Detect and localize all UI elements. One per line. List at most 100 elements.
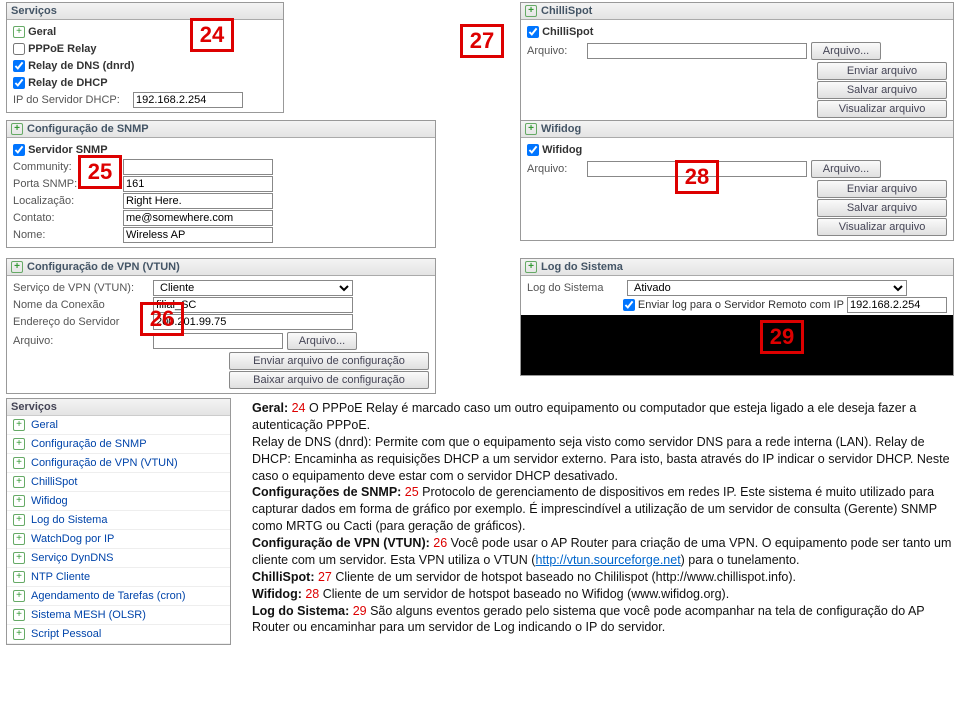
label-local: Localização:: [13, 195, 123, 207]
label-vtun-end: Endereço do Servidor: [13, 316, 153, 328]
panel-servicos-header: Serviços: [7, 3, 283, 20]
panel-log: +Log do Sistema Log do SistemaAtivado En…: [520, 258, 954, 376]
button-vtun-arquivo[interactable]: Arquivo...: [287, 332, 357, 350]
sidebar-item-mesh[interactable]: +Sistema MESH (OLSR): [7, 606, 230, 625]
plus-icon: +: [13, 438, 25, 450]
button-wifidog-enviar[interactable]: Enviar arquivo: [817, 180, 947, 198]
callout-26: 26: [140, 302, 184, 336]
sidebar-item-watchdog[interactable]: +WatchDog por IP: [7, 530, 230, 549]
select-vtun-servico[interactable]: Cliente: [153, 280, 353, 296]
checkbox-pppoe[interactable]: [13, 43, 25, 55]
plus-icon: +: [13, 26, 25, 38]
panel-snmp-header: +Configuração de SNMP: [7, 121, 435, 138]
panel-chilli-header: +ChilliSpot: [521, 3, 953, 20]
sidebar-item-cron[interactable]: +Agendamento de Tarefas (cron): [7, 587, 230, 606]
select-log-status[interactable]: Ativado: [627, 280, 907, 296]
button-vtun-baixar[interactable]: Baixar arquivo de configuração: [229, 371, 429, 389]
plus-icon: +: [13, 552, 25, 564]
plus-icon: +: [13, 628, 25, 640]
sidebar-item-snmp[interactable]: +Configuração de SNMP: [7, 435, 230, 454]
plus-icon: +: [13, 476, 25, 488]
checkbox-log-remote[interactable]: [623, 299, 635, 311]
checkbox-chilli[interactable]: [527, 26, 539, 38]
plus-icon: +: [525, 123, 537, 135]
panel-snmp: +Configuração de SNMP Servidor SNMP Comm…: [6, 120, 436, 248]
label-vtun-servico: Serviço de VPN (VTUN):: [13, 282, 153, 294]
callout-28: 28: [675, 160, 719, 194]
sidebar-title: Serviços: [7, 399, 230, 416]
button-wifidog-vis[interactable]: Visualizar arquivo: [817, 218, 947, 236]
input-nome[interactable]: [123, 227, 273, 243]
sidebar-servicos: Serviços +Geral +Configuração de SNMP +C…: [6, 398, 231, 645]
label-vtun-nome: Nome da Conexão: [13, 299, 153, 311]
link-geral[interactable]: + Geral: [13, 24, 277, 40]
label-pppoe: PPPoE Relay: [28, 43, 96, 55]
label-dhcp-relay: Relay de DHCP: [28, 77, 107, 89]
plus-icon: +: [13, 495, 25, 507]
button-chilli-arquivo[interactable]: Arquivo...: [811, 42, 881, 60]
plus-icon: +: [13, 533, 25, 545]
plus-icon: +: [525, 5, 537, 17]
label-wifidog-arquivo: Arquivo:: [527, 163, 587, 175]
button-wifidog-arquivo[interactable]: Arquivo...: [811, 160, 881, 178]
panel-log-header: +Log do Sistema: [521, 259, 953, 276]
sidebar-item-chilli[interactable]: +ChilliSpot: [7, 473, 230, 492]
label-chilli: ChilliSpot: [542, 26, 593, 38]
plus-icon: +: [13, 590, 25, 602]
panel-vtun: +Configuração de VPN (VTUN) Serviço de V…: [6, 258, 436, 394]
plus-icon: +: [11, 123, 23, 135]
button-wifidog-salvar[interactable]: Salvar arquivo: [817, 199, 947, 217]
callout-24: 24: [190, 18, 234, 52]
label-dhcp-ip: IP do Servidor DHCP:: [13, 94, 133, 106]
input-log-ip[interactable]: [847, 297, 947, 313]
panel-chilli: +ChilliSpot ChilliSpot Arquivo: Arquivo..…: [520, 2, 954, 123]
description-text: Geral: 24 O PPPoE Relay é marcado caso u…: [252, 400, 952, 636]
sidebar-item-log[interactable]: +Log do Sistema: [7, 511, 230, 530]
input-chilli-arquivo[interactable]: [587, 43, 807, 59]
button-chilli-enviar[interactable]: Enviar arquivo: [817, 62, 947, 80]
input-contato[interactable]: [123, 210, 273, 226]
sidebar-item-vtun[interactable]: +Configuração de VPN (VTUN): [7, 454, 230, 473]
label-log: Log do Sistema: [527, 282, 627, 294]
input-community[interactable]: [123, 159, 273, 175]
sidebar-item-dyndns[interactable]: +Serviço DynDNS: [7, 549, 230, 568]
callout-29: 29: [760, 320, 804, 354]
callout-27: 27: [460, 24, 504, 58]
sidebar-item-wifidog[interactable]: +Wifidog: [7, 492, 230, 511]
title: Serviços: [11, 5, 57, 17]
callout-25: 25: [78, 155, 122, 189]
plus-icon: +: [13, 609, 25, 621]
label-log-remote: Enviar log para o Servidor Remoto com IP: [638, 299, 844, 311]
input-porta[interactable]: [123, 176, 273, 192]
panel-wifidog-header: +Wifidog: [521, 121, 953, 138]
sidebar-item-script[interactable]: +Script Pessoal: [7, 625, 230, 644]
checkbox-wifidog[interactable]: [527, 144, 539, 156]
checkbox-snmp-server[interactable]: [13, 144, 25, 156]
plus-icon: +: [13, 571, 25, 583]
plus-icon: +: [13, 419, 25, 431]
label-contato: Contato:: [13, 212, 123, 224]
input-local[interactable]: [123, 193, 273, 209]
log-console: [521, 315, 953, 375]
button-vtun-enviar[interactable]: Enviar arquivo de configuração: [229, 352, 429, 370]
checkbox-dnrd[interactable]: [13, 60, 25, 72]
label-chilli-arquivo: Arquivo:: [527, 45, 587, 57]
label-nome: Nome:: [13, 229, 123, 241]
plus-icon: +: [13, 514, 25, 526]
checkbox-dhcp-relay[interactable]: [13, 77, 25, 89]
label-dnrd: Relay de DNS (dnrd): [28, 60, 134, 72]
link-vtun[interactable]: http://vtun.sourceforge.net: [535, 553, 680, 567]
panel-servicos: Serviços + Geral PPPoE Relay Relay de DN…: [6, 2, 284, 113]
label-vtun-arquivo: Arquivo:: [13, 335, 153, 347]
button-chilli-vis[interactable]: Visualizar arquivo: [817, 100, 947, 118]
sidebar-item-ntp[interactable]: +NTP Cliente: [7, 568, 230, 587]
panel-vtun-header: +Configuração de VPN (VTUN): [7, 259, 435, 276]
plus-icon: +: [13, 457, 25, 469]
button-chilli-salvar[interactable]: Salvar arquivo: [817, 81, 947, 99]
plus-icon: +: [525, 261, 537, 273]
label-wifidog: Wifidog: [542, 144, 582, 156]
plus-icon: +: [11, 261, 23, 273]
sidebar-item-geral[interactable]: +Geral: [7, 416, 230, 435]
input-dhcp-ip[interactable]: [133, 92, 243, 108]
panel-wifidog: +Wifidog Wifidog Arquivo: Arquivo... Envi…: [520, 120, 954, 241]
